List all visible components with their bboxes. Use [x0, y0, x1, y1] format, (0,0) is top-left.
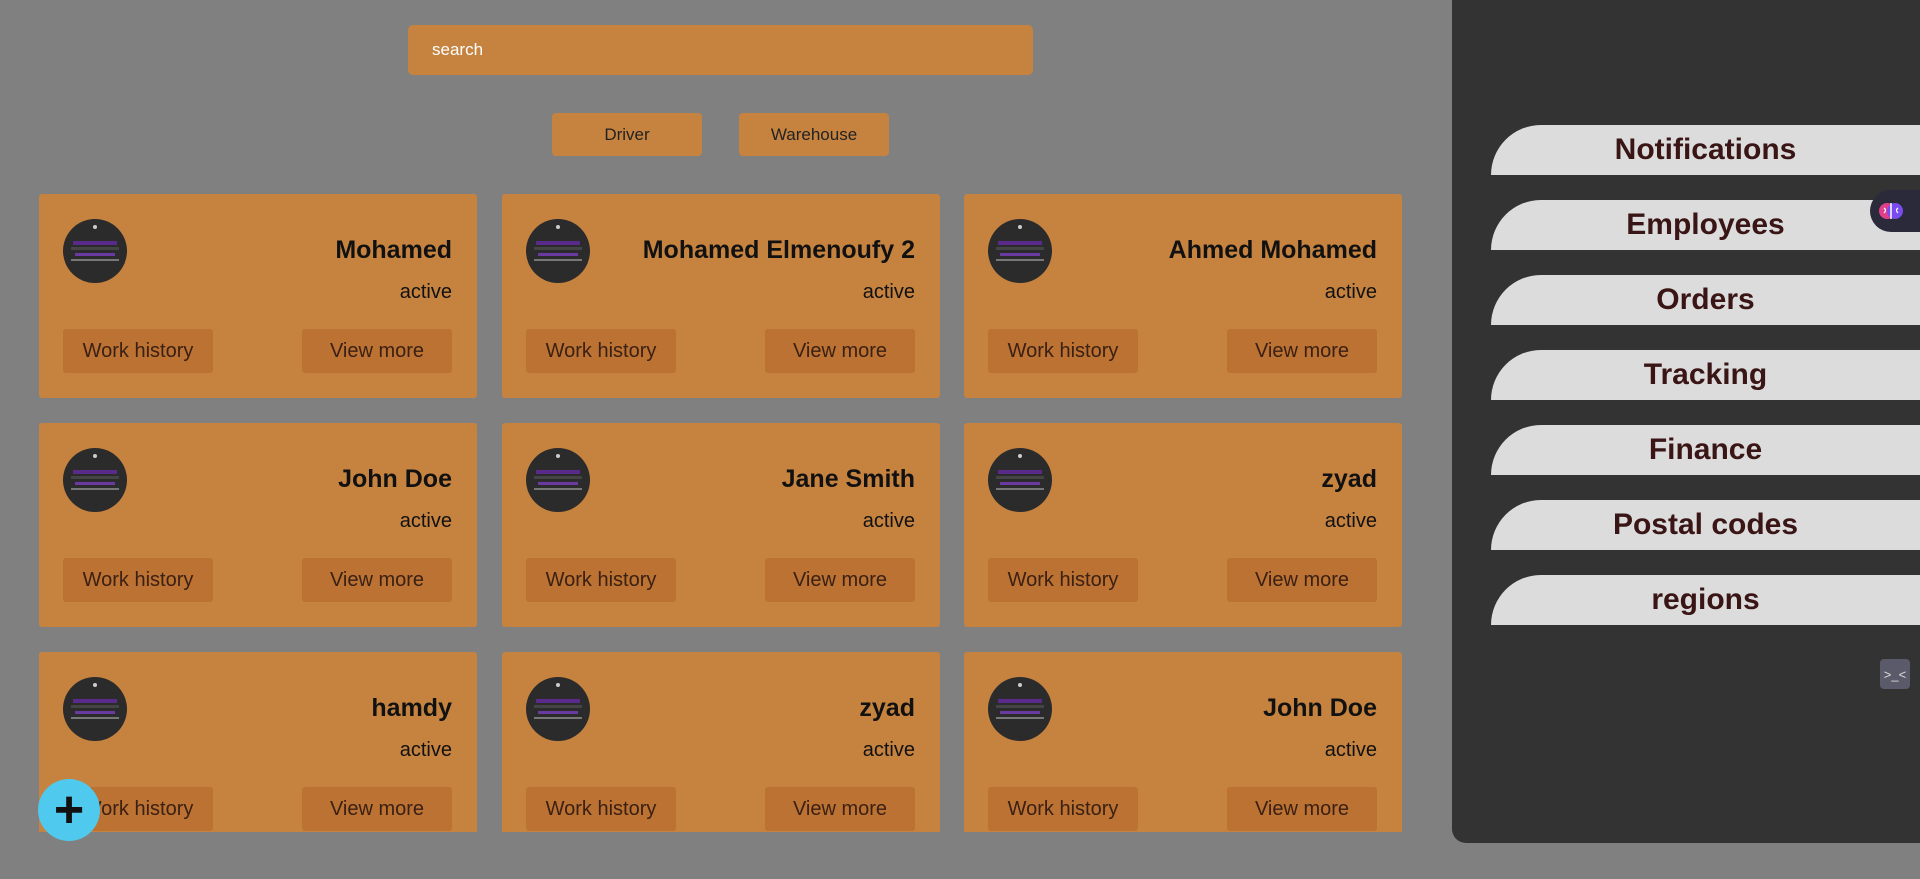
avatar: [526, 219, 590, 283]
employee-status: active: [399, 510, 452, 532]
employee-name: Mohamed Elmenoufy 2: [642, 236, 915, 264]
brain-icon[interactable]: [1870, 190, 1920, 232]
avatar: [526, 677, 590, 741]
sidebar-item-orders[interactable]: Orders: [1491, 275, 1920, 325]
avatar: [988, 677, 1052, 741]
work-history-button[interactable]: Work history: [526, 329, 676, 373]
employee-status: active: [1324, 281, 1377, 303]
employee-name: Jane Smith: [781, 465, 915, 493]
employee-status: active: [399, 281, 452, 303]
sidebar-item-notifications[interactable]: Notifications: [1491, 125, 1920, 175]
employee-name: zyad: [1321, 465, 1377, 493]
employee-status: active: [399, 739, 452, 761]
sidebar: Notifications Employees Orders Tracking …: [1452, 0, 1920, 843]
sidebar-item-postal-codes[interactable]: Postal codes: [1491, 500, 1920, 550]
employee-card: Mohamed active Work history View more: [39, 194, 477, 398]
view-more-button[interactable]: View more: [302, 329, 452, 373]
avatar: [526, 448, 590, 512]
avatar: [988, 219, 1052, 283]
brain-icon-graphic: [1879, 203, 1903, 219]
sidebar-item-regions[interactable]: regions: [1491, 575, 1920, 625]
employee-status: active: [1324, 739, 1377, 761]
employee-card: zyad active Work history View more: [964, 423, 1402, 627]
search-input[interactable]: [408, 25, 1033, 75]
driver-filter-button[interactable]: Driver: [552, 113, 702, 156]
employee-name: hamdy: [371, 694, 452, 722]
view-more-button[interactable]: View more: [765, 558, 915, 602]
employee-name: zyad: [859, 694, 915, 722]
employee-name: Ahmed Mohamed: [1168, 236, 1377, 264]
employee-status: active: [862, 510, 915, 532]
view-more-button[interactable]: View more: [765, 787, 915, 831]
view-more-button[interactable]: View more: [302, 787, 452, 831]
bot-glyph: >_<: [1883, 666, 1907, 682]
sidebar-item-employees[interactable]: Employees: [1491, 200, 1920, 250]
avatar: [63, 219, 127, 283]
main-content: Driver Warehouse Mohamed active Work his…: [0, 0, 1452, 879]
work-history-button[interactable]: Work history: [63, 329, 213, 373]
avatar: [63, 448, 127, 512]
view-more-button[interactable]: View more: [1227, 558, 1377, 602]
employee-card: John Doe active Work history View more: [39, 423, 477, 627]
work-history-button[interactable]: Work history: [988, 558, 1138, 602]
employee-card: Mohamed Elmenoufy 2 active Work history …: [502, 194, 940, 398]
employee-name: John Doe: [1263, 694, 1377, 722]
work-history-button[interactable]: Work history: [526, 558, 676, 602]
avatar: [63, 677, 127, 741]
add-employee-button[interactable]: +: [38, 779, 100, 841]
view-more-button[interactable]: View more: [765, 329, 915, 373]
work-history-button[interactable]: Work history: [63, 558, 213, 602]
sidebar-item-tracking[interactable]: Tracking: [1491, 350, 1920, 400]
view-more-button[interactable]: View more: [1227, 329, 1377, 373]
employee-card: hamdy active Work history View more: [39, 652, 477, 832]
warehouse-filter-button[interactable]: Warehouse: [739, 113, 889, 156]
employee-card-grid: Mohamed active Work history View more Mo…: [39, 194, 1402, 832]
employee-status: active: [862, 739, 915, 761]
view-more-button[interactable]: View more: [302, 558, 452, 602]
bot-icon[interactable]: >_<: [1880, 659, 1910, 689]
employee-card: zyad active Work history View more: [502, 652, 940, 832]
employee-status: active: [862, 281, 915, 303]
employee-card: John Doe active Work history View more: [964, 652, 1402, 832]
employee-card: Ahmed Mohamed active Work history View m…: [964, 194, 1402, 398]
avatar: [988, 448, 1052, 512]
employee-name: John Doe: [338, 465, 452, 493]
employee-name: Mohamed: [335, 236, 452, 264]
work-history-button[interactable]: Work history: [526, 787, 676, 831]
work-history-button[interactable]: Work history: [988, 787, 1138, 831]
employee-card: Jane Smith active Work history View more: [502, 423, 940, 627]
employee-status: active: [1324, 510, 1377, 532]
work-history-button[interactable]: Work history: [988, 329, 1138, 373]
plus-icon: +: [53, 781, 85, 839]
sidebar-item-finance[interactable]: Finance: [1491, 425, 1920, 475]
view-more-button[interactable]: View more: [1227, 787, 1377, 831]
